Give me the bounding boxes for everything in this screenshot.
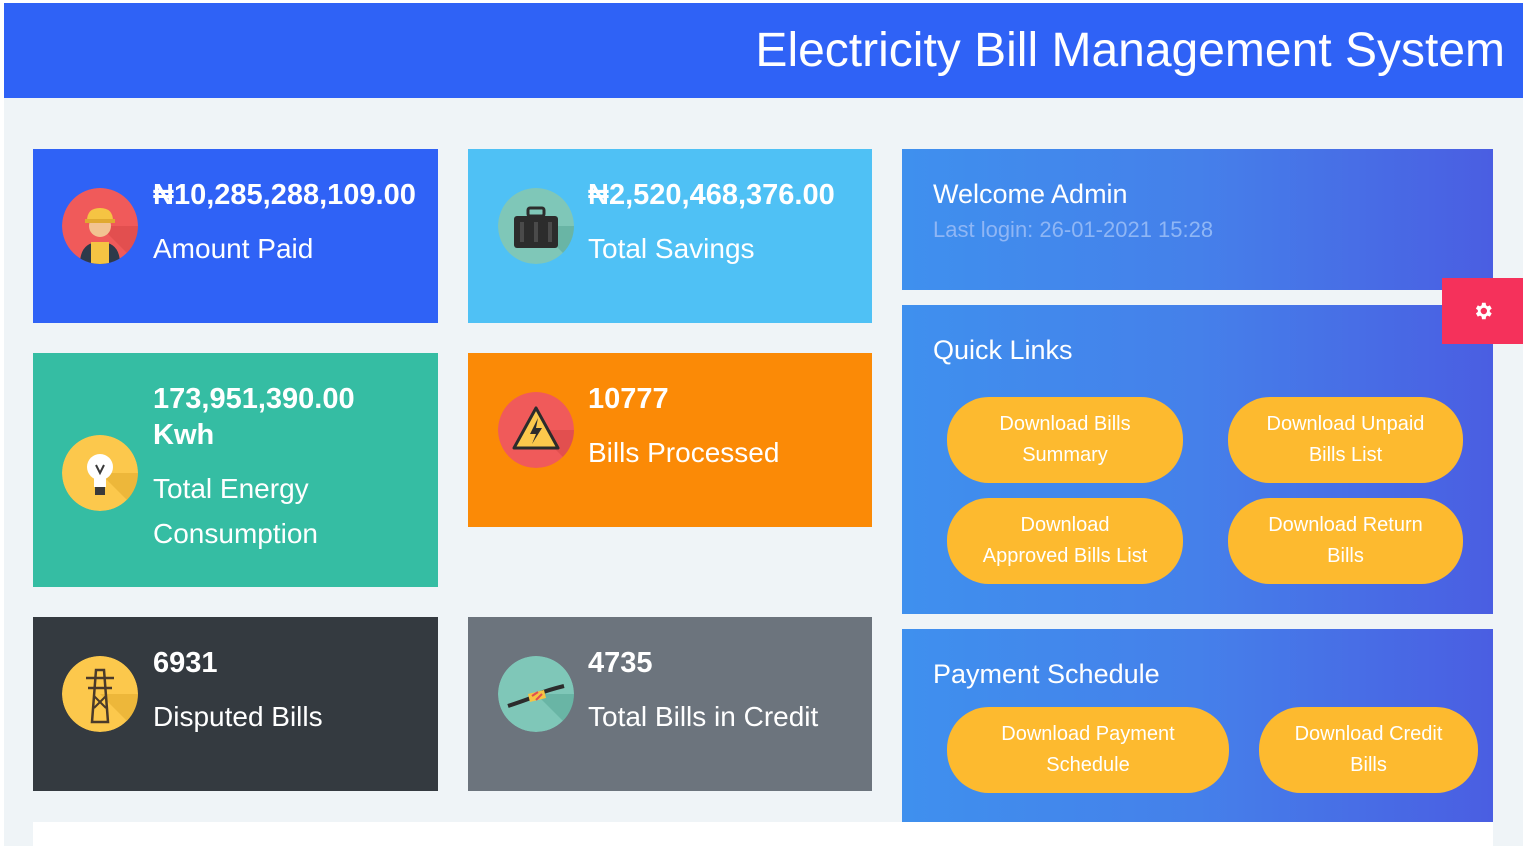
high-voltage-warning-icon	[498, 392, 574, 468]
app-header: Electricity Bill Management System	[4, 3, 1523, 98]
payment-schedule-title: Payment Schedule	[933, 659, 1160, 689]
bills-in-credit-value: 4735	[588, 647, 653, 679]
total-energy-card: 173,951,390.00 Kwh Total Energy Consumpt…	[33, 353, 438, 587]
download-unpaid-bills-button[interactable]: Download Unpaid Bills List	[1228, 397, 1463, 483]
amount-paid-card: ₦10,285,288,109.00 Amount Paid	[33, 149, 438, 323]
button-label: Download Payment Schedule	[1001, 723, 1175, 776]
bills-in-credit-card: 4735 Total Bills in Credit	[468, 617, 872, 791]
button-label: Download Bills Summary	[999, 413, 1131, 466]
bills-processed-label: Bills Processed	[588, 437, 780, 468]
last-login-text: Last login: 26-01-2021 15:28	[933, 217, 1214, 242]
gear-icon	[1475, 302, 1492, 320]
total-savings-label: Total Savings	[588, 233, 755, 264]
page-title: Electricity Bill Management System	[755, 24, 1505, 77]
settings-button[interactable]	[1442, 278, 1523, 344]
total-savings-card: ₦2,520,468,376.00 Total Savings	[468, 149, 872, 323]
footer-strip	[33, 822, 1493, 846]
quick-links-panel: Quick Links Download Bills Summary Downlo…	[902, 305, 1493, 614]
button-label: Download Approved Bills List	[982, 514, 1148, 567]
total-energy-label: Total Energy	[153, 473, 309, 504]
download-credit-bills-button[interactable]: Download Credit Bills	[1259, 707, 1478, 793]
welcome-title: Welcome Admin	[933, 179, 1128, 209]
button-label: Download Return Bills	[1268, 514, 1423, 567]
bills-processed-card: 10777 Bills Processed	[468, 353, 872, 527]
total-energy-unit: Kwh	[153, 419, 215, 451]
payment-schedule-panel: Payment Schedule Download Payment Schedul…	[902, 629, 1493, 822]
total-energy-value: 173,951,390.00	[153, 383, 355, 415]
total-energy-label-2: Consumption	[153, 518, 318, 549]
download-approved-bills-button[interactable]: Download Approved Bills List	[947, 498, 1183, 584]
toolbox-icon	[498, 188, 574, 264]
bills-processed-value: 10777	[588, 383, 669, 415]
welcome-panel: Welcome Admin Last login: 26-01-2021 15:…	[902, 149, 1493, 290]
button-label: Download Unpaid Bills List	[1266, 413, 1425, 466]
download-payment-schedule-button[interactable]: Download Payment Schedule	[947, 707, 1229, 793]
worker-icon	[62, 188, 138, 264]
total-savings-value: ₦2,520,468,376.00	[588, 179, 835, 211]
disputed-bills-value: 6931	[153, 647, 218, 679]
amount-paid-label: Amount Paid	[153, 233, 314, 264]
download-bills-summary-button[interactable]: Download Bills Summary	[947, 397, 1183, 483]
disputed-bills-label: Disputed Bills	[153, 701, 323, 732]
power-pylon-icon	[62, 656, 138, 732]
quick-links-title: Quick Links	[933, 335, 1073, 365]
lightbulb-icon	[62, 435, 138, 511]
disputed-bills-card: 6931 Disputed Bills	[33, 617, 438, 791]
download-return-bills-button[interactable]: Download Return Bills	[1228, 498, 1463, 584]
bills-in-credit-label: Total Bills in Credit	[588, 701, 819, 732]
button-label: Download Credit Bills	[1294, 723, 1443, 776]
power-cable-icon	[498, 656, 574, 732]
amount-paid-value: ₦10,285,288,109.00	[153, 179, 416, 211]
